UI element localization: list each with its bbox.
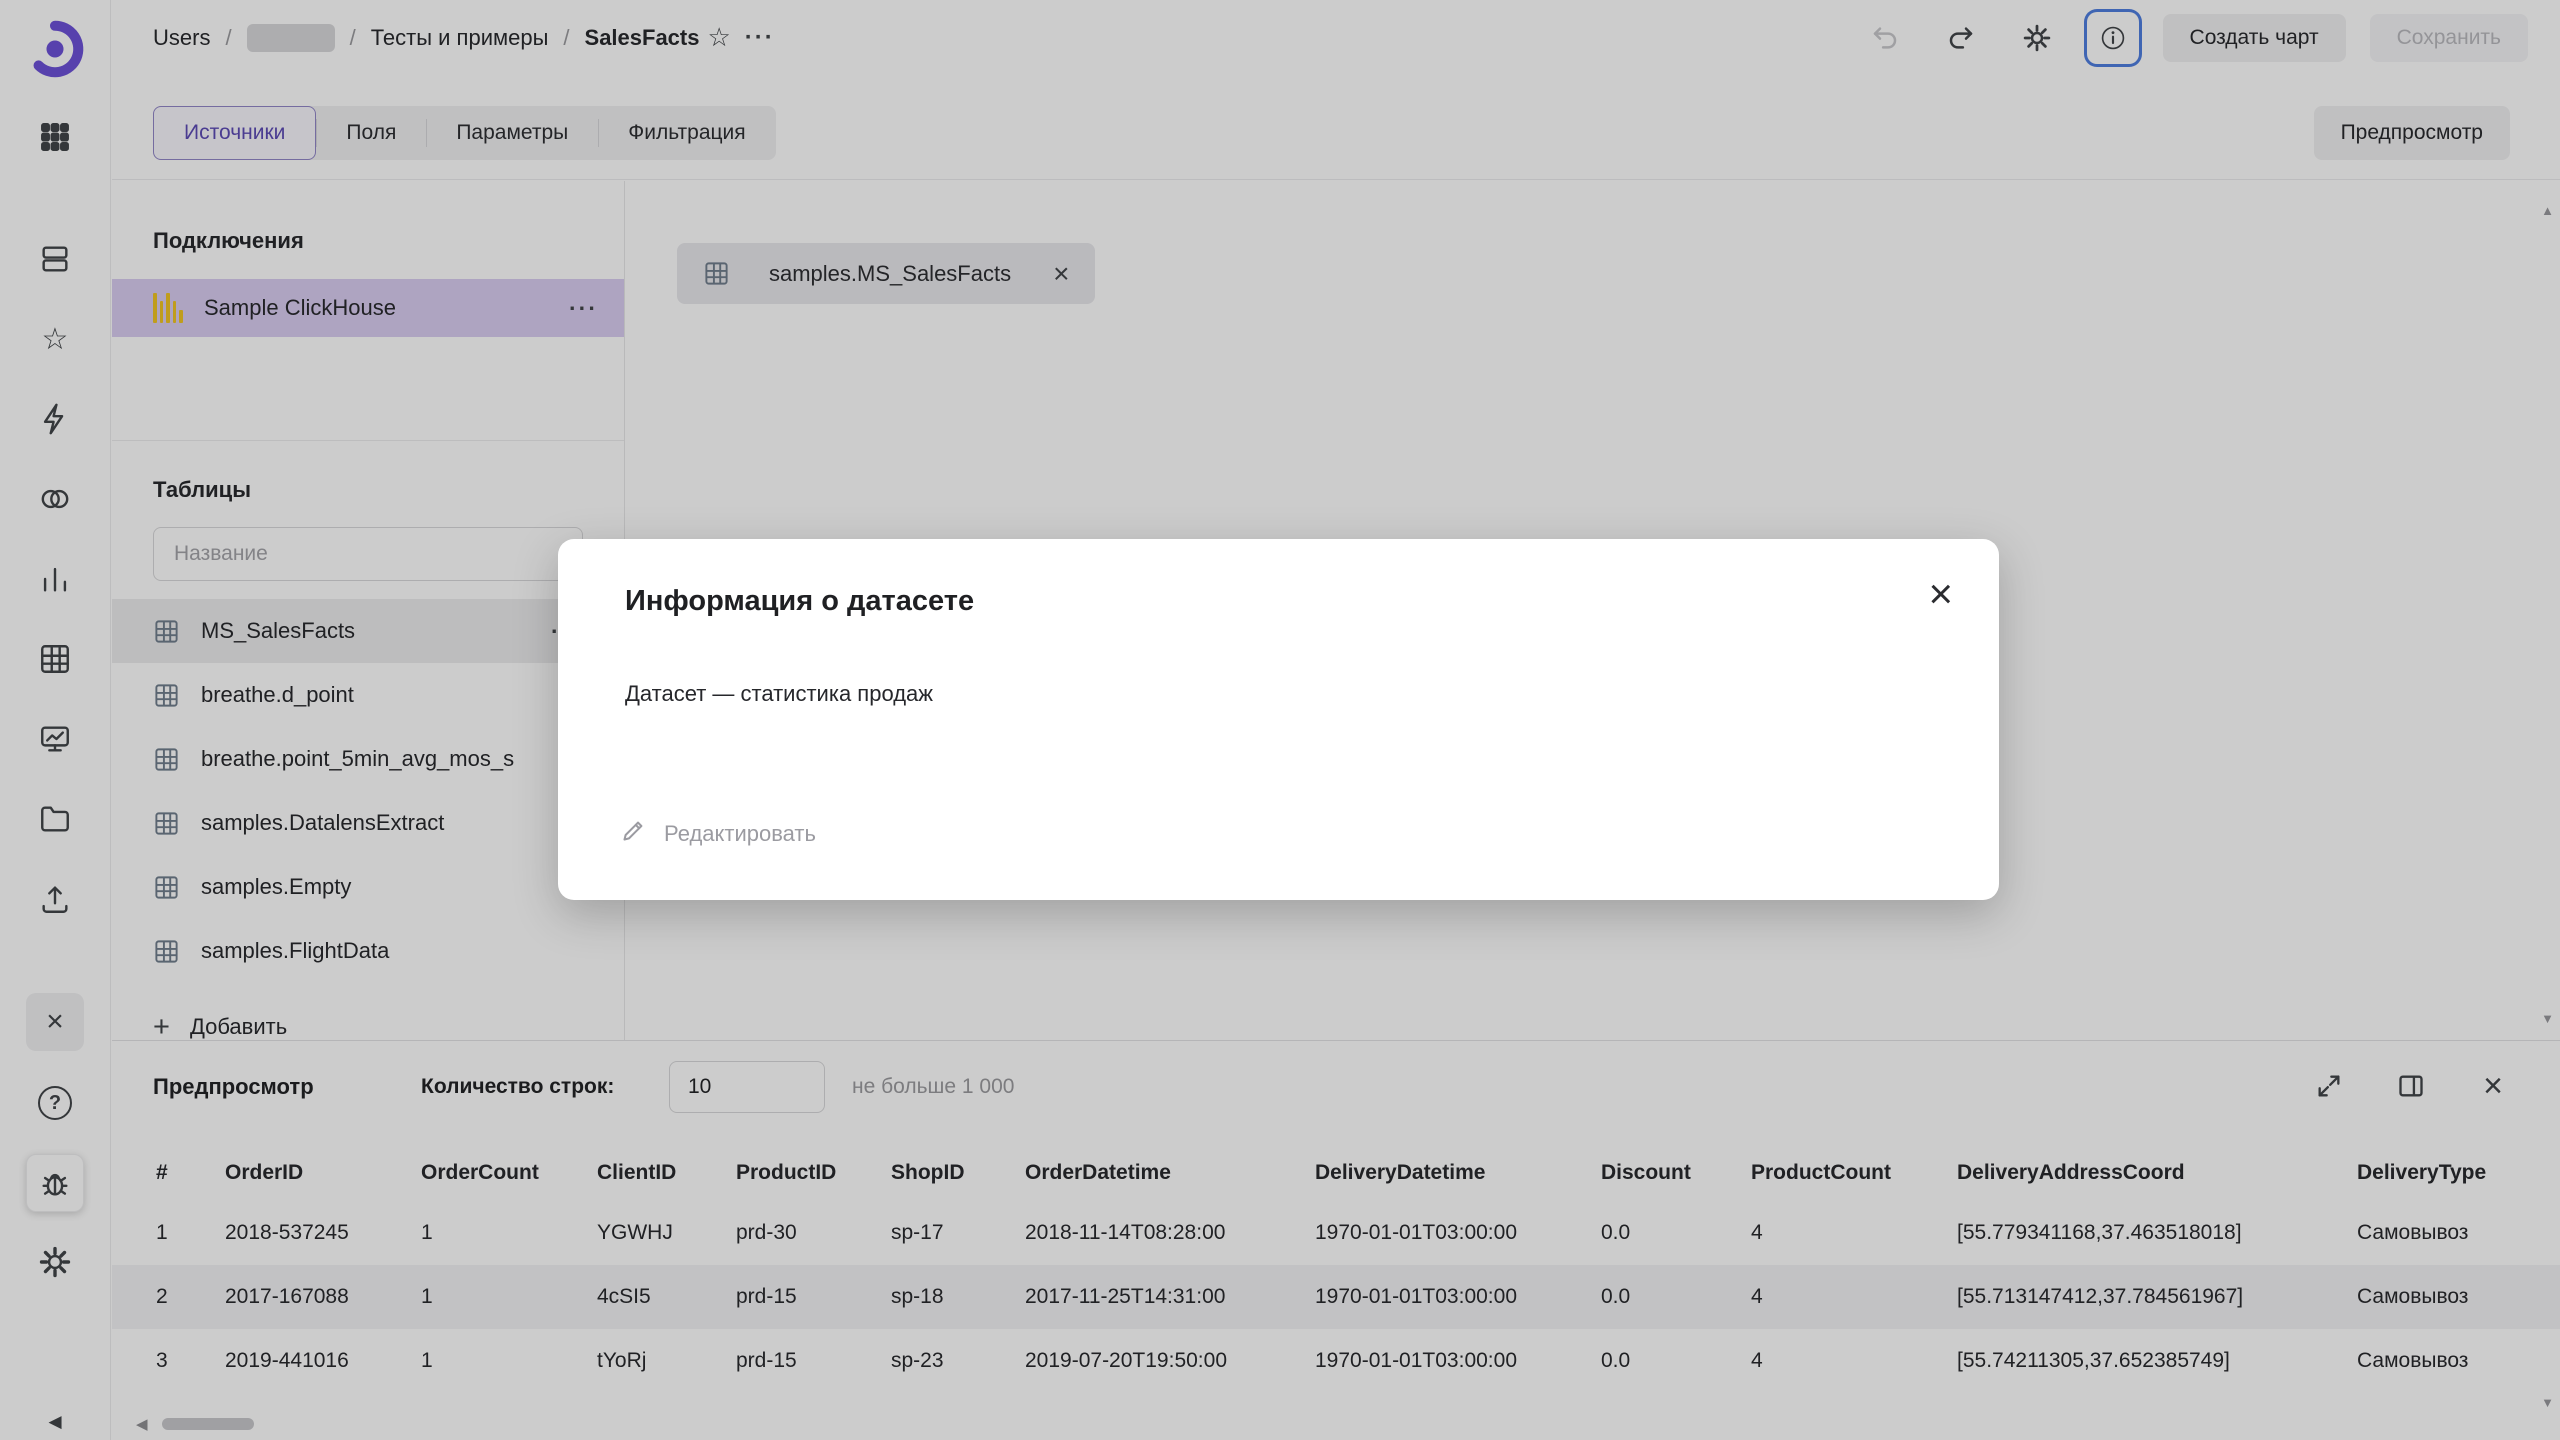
dataset-info-modal: Информация о датасете × Датасет — статис… <box>558 539 1999 900</box>
modal-close-button[interactable]: × <box>1928 573 1953 615</box>
modal-title: Информация о датасете <box>625 585 974 618</box>
edit-label: Редактировать <box>664 821 816 847</box>
pencil-icon <box>620 817 647 850</box>
edit-description-button[interactable]: Редактировать <box>620 817 816 850</box>
dataset-description: Датасет — статистика продаж <box>625 681 933 707</box>
